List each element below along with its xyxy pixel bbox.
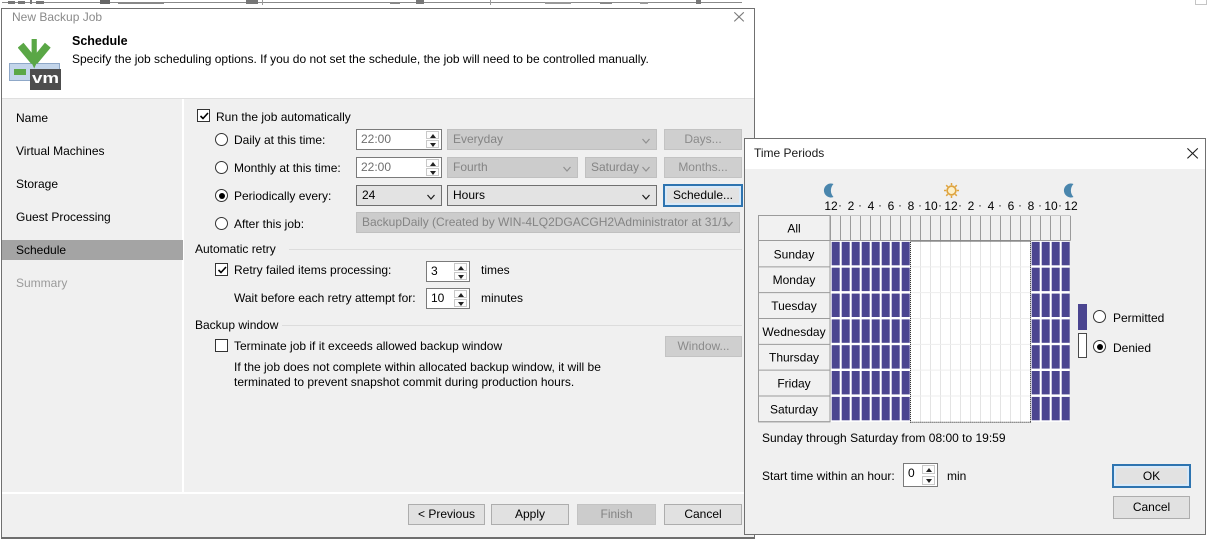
svg-text:Saturday: Saturday (770, 402, 818, 416)
svg-text:Monday: Monday (773, 273, 816, 287)
svg-text:Sunday: Sunday (774, 247, 815, 261)
svg-text:All: All (787, 222, 800, 236)
svg-text:Tuesday: Tuesday (771, 299, 817, 313)
svg-text:Wednesday: Wednesday (762, 325, 825, 339)
svg-text:Thursday: Thursday (769, 351, 819, 365)
svg-text:Friday: Friday (777, 377, 810, 391)
